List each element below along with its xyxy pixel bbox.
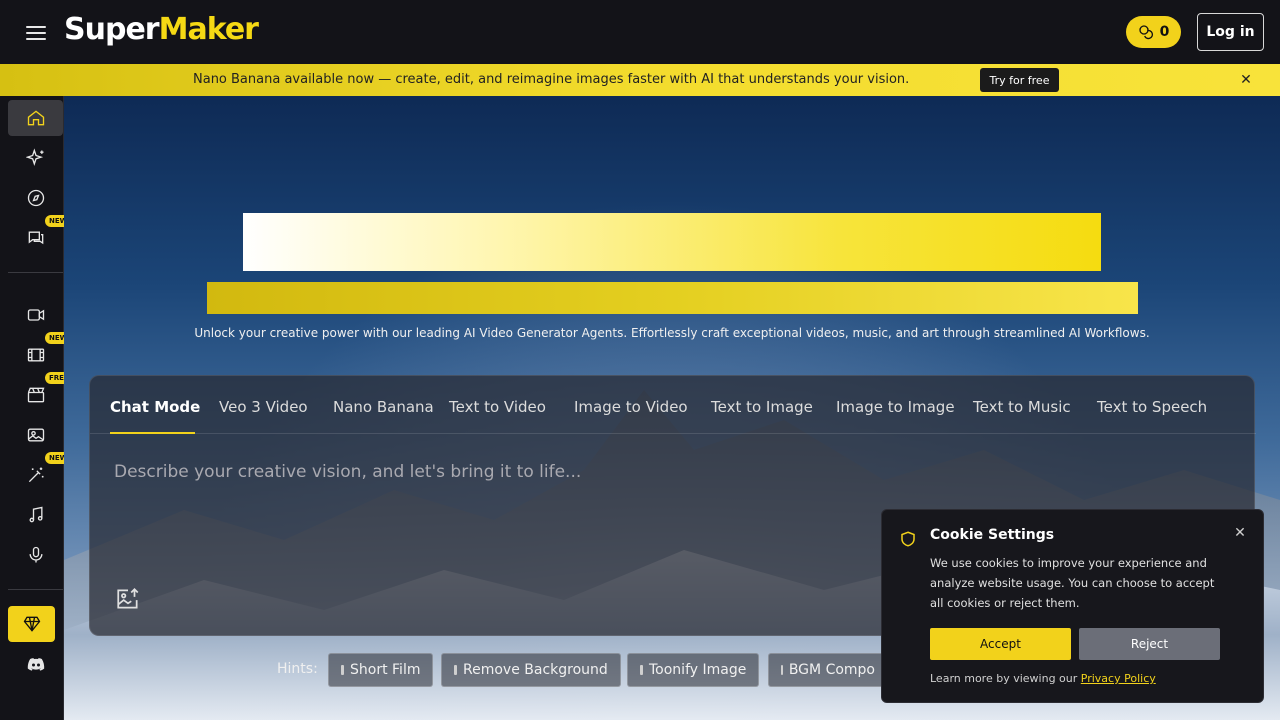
tab-text-to-image[interactable]: Text to Image [711,398,813,416]
hint-icon [454,665,457,675]
image-upload-icon [117,588,139,609]
sidebar-item-premium[interactable] [8,606,55,642]
mode-tabs: Chat Mode Veo 3 Video Nano Banana Text t… [90,376,1256,434]
coins-icon [1138,25,1153,40]
hint-short-film[interactable]: Short Film [328,653,434,687]
top-bar: SuperMaker 0 Log in [0,0,1280,64]
home-icon [27,110,44,126]
sidebar: NEW NEW FREE NEW [0,96,73,720]
credits-count: 0 [1159,24,1170,40]
hero-title-line-2 [207,282,1138,314]
privacy-policy-link[interactable]: Privacy Policy [1081,672,1156,685]
active-tab-indicator [110,432,195,434]
cookie-description: We use cookies to improve your experienc… [930,556,1215,610]
sidebar-item-home[interactable] [8,100,63,136]
hero-subtitle: Unlock your creative power with our lead… [194,326,1150,340]
discord-icon [27,658,44,671]
announcement-banner: Nano Banana available now — create, edit… [0,64,1280,96]
accept-button[interactable]: Accept [930,628,1071,660]
tab-chat-mode[interactable]: Chat Mode [110,398,200,416]
sidebar-item-movie[interactable]: FREE [8,372,73,413]
microphone-icon [29,546,42,563]
tab-text-to-video[interactable]: Text to Video [449,398,546,416]
hint-icon [640,665,643,675]
hint-icon [341,665,344,675]
hint-icon [781,665,783,675]
film-icon [27,348,44,362]
magic-wand-icon [28,467,43,483]
sidebar-item-ai[interactable] [8,140,63,176]
tab-nano-banana[interactable]: Nano Banana [333,398,434,416]
diamond-icon [23,616,40,632]
try-for-free-button[interactable]: Try for free [980,68,1059,92]
credits-button[interactable]: 0 [1126,16,1181,48]
chat-icon [28,231,43,245]
tab-text-to-music[interactable]: Text to Music [973,398,1071,416]
clapperboard-icon [27,387,44,403]
prompt-input[interactable]: Describe your creative vision, and let's… [114,462,581,482]
hint-remove-background[interactable]: Remove Background [441,653,621,687]
image-icon [27,428,44,442]
hint-bgm-compose[interactable]: BGM Compo [768,653,888,687]
cookie-title: Cookie Settings [930,527,1055,543]
sidebar-item-music[interactable] [8,497,63,533]
compass-icon [27,189,44,207]
hints-label: Hints: [277,661,318,677]
login-button[interactable]: Log in [1197,13,1264,51]
video-camera-icon [27,309,44,321]
sidebar-item-image[interactable] [8,417,63,453]
sidebar-item-discord[interactable] [8,646,63,682]
logo[interactable]: SuperMaker [64,12,259,47]
tab-image-to-video[interactable]: Image to Video [574,398,688,416]
close-icon[interactable]: ✕ [1233,526,1247,540]
sidebar-item-chat[interactable]: NEW [8,215,72,256]
music-note-icon [29,506,43,523]
shield-icon [899,529,917,549]
hero-title-line-1 [243,213,1101,271]
sidebar-divider [8,272,63,273]
tab-veo-3-video[interactable]: Veo 3 Video [219,398,308,416]
sidebar-item-speech[interactable] [8,537,63,573]
sidebar-item-magic[interactable]: NEW [8,452,72,493]
tab-image-to-image[interactable]: Image to Image [836,398,955,416]
sidebar-item-explore[interactable] [8,180,63,216]
tab-text-to-speech[interactable]: Text to Speech [1097,398,1207,416]
cookie-settings-dialog: Cookie Settings ✕ We use cookies to impr… [881,509,1264,703]
sparkles-icon [25,148,43,166]
image-upload-button[interactable] [115,586,141,612]
sidebar-divider [8,589,63,590]
menu-icon[interactable] [24,22,48,42]
sidebar-item-film[interactable]: NEW [8,332,72,373]
banner-text: Nano Banana available now — create, edit… [193,72,910,87]
reject-button[interactable]: Reject [1079,628,1220,660]
close-icon[interactable]: ✕ [1238,72,1254,88]
cookie-footnote: Learn more by viewing our Privacy Policy [930,672,1156,685]
hint-toonify-image[interactable]: Toonify Image [627,653,760,687]
